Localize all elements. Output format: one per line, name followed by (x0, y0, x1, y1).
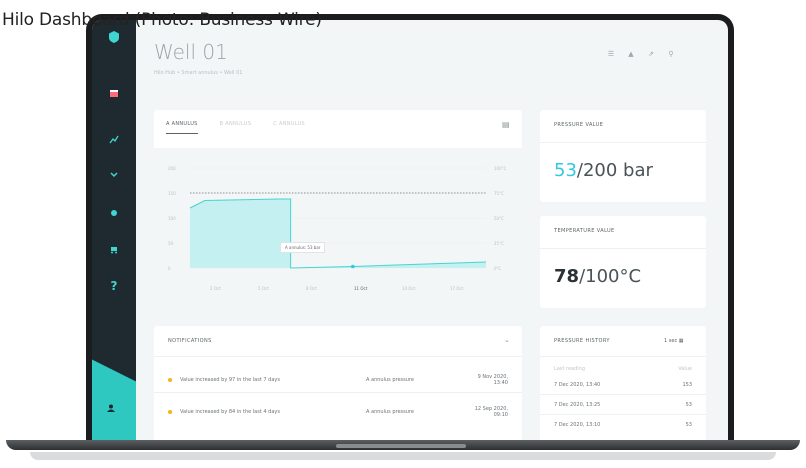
annulus-tabs: A ANNULUS B ANNULUS C ANNULUS (166, 121, 305, 134)
divider (540, 142, 706, 143)
annulus-chart-card: A ANNULUS B ANNULUS C ANNULUS ▤ 200 100°C… (154, 110, 522, 302)
notification-source: A annulus pressure (366, 409, 414, 415)
top-toolbar: ☰ ▲ ⇗ ⚲ (606, 50, 676, 58)
y-tick-label: 50 (168, 241, 174, 246)
pressure-chart: 200 100°C 150 75°C 100 50°C 50 25°C 0 0°C 2 Oct 5 O… (168, 166, 507, 291)
sidebar-accent (92, 359, 136, 442)
calendar-icon[interactable] (106, 86, 122, 102)
history-value: 53 (685, 402, 692, 408)
chart-icon[interactable] (106, 132, 122, 148)
warning-dot-icon (168, 378, 172, 382)
cart-icon[interactable] (106, 242, 122, 258)
x-tick-label: 5 Oct (258, 286, 269, 291)
caption: Hilo Dashboard (Photo: Business Wire) (2, 10, 322, 30)
help-icon[interactable]: ? (106, 278, 122, 294)
filter-icon[interactable]: ☰ (606, 50, 616, 58)
temperature-card: TEMPERATURE VALUE 78/100°C (540, 216, 706, 308)
user-icon[interactable] (106, 403, 116, 416)
chevron-icon[interactable] (106, 168, 122, 184)
notification-row[interactable]: Value increased by 84 in the last 4 days… (168, 406, 508, 418)
pressure-value: 53/200 bar (554, 160, 653, 181)
x-tick-label: 14 Oct (402, 286, 416, 291)
history-time: 7 Dec 2020, 13:40 (554, 382, 601, 388)
divider (540, 248, 706, 249)
grid-icon[interactable]: ▲ (626, 50, 636, 58)
notification-message: Value increased by 97 in the last 7 days (180, 377, 280, 383)
history-col-time: Last reading (554, 366, 585, 372)
temperature-label: TEMPERATURE VALUE (554, 228, 615, 234)
history-row[interactable]: 7 Dec 2020, 13:40 153 (554, 382, 692, 388)
pressure-history-card: PRESSURE HISTORY 1 sec ▦ Last reading Va… (540, 326, 706, 442)
breadcrumb[interactable]: Hilo Hub • Smart annulus • Well 01 (154, 70, 242, 76)
notification-date: 12 Sep 2020, 09:10 (474, 406, 508, 418)
page-title: Well 01 (154, 40, 228, 64)
history-filter[interactable]: 1 sec ▦ (664, 338, 684, 344)
x-tick-label: 17 Oct (450, 286, 464, 291)
laptop-frame: ? Well 01 Hilo Hub • Smart annulus • Wel… (86, 14, 734, 446)
tab-a-annulus[interactable]: A ANNULUS (166, 121, 198, 134)
chart-tooltip: A annulus: 53 bar (280, 242, 326, 253)
notification-date: 9 Nov 2020, 13:40 (477, 374, 508, 386)
dashboard-screen: ? Well 01 Hilo Hub • Smart annulus • Wel… (92, 20, 728, 442)
divider (540, 414, 706, 415)
area-fill (190, 199, 486, 268)
y-tick-label-right: 0°C (494, 266, 502, 271)
notification-source: A annulus pressure (366, 377, 414, 383)
data-point (351, 264, 355, 269)
history-time: 7 Dec 2020, 13:25 (554, 402, 601, 408)
history-header: Last reading Value (554, 366, 692, 372)
laptop-notch (336, 444, 466, 448)
notifications-card: NOTIFICATIONS ⌄ Value increased by 97 in… (154, 326, 522, 442)
pressure-card: PRESSURE VALUE 53/200 bar (540, 110, 706, 202)
divider (540, 356, 706, 357)
history-filter-label: 1 sec (664, 338, 678, 344)
y-tick-label: 100 (168, 216, 176, 221)
temperature-value: 78/100°C (554, 266, 641, 287)
x-tick-label: 8 Oct (306, 286, 317, 291)
history-row[interactable]: 7 Dec 2020, 13:10 53 (554, 422, 692, 428)
y-tick-label: 0 (168, 266, 171, 271)
search-icon[interactable]: ⚲ (666, 50, 676, 58)
history-time: 7 Dec 2020, 13:10 (554, 422, 601, 428)
history-value: 53 (685, 422, 692, 428)
chart-area: 200 100°C 150 75°C 100 50°C 50 25°C 0 0°C 2 Oct 5 O… (154, 148, 522, 302)
y-tick-label: 200 (168, 166, 176, 171)
calendar-icon: ▦ (678, 338, 684, 344)
y-tick-label-right: 25°C (494, 241, 504, 246)
notifications-label: NOTIFICATIONS (168, 338, 212, 344)
pressure-current: 53 (554, 160, 577, 181)
divider (154, 392, 522, 393)
temperature-max: /100°C (579, 266, 642, 287)
export-icon[interactable]: ▤ (502, 120, 510, 129)
history-value: 153 (682, 382, 692, 388)
x-tick-label: 2 Oct (210, 286, 221, 291)
sidebar: ? (92, 20, 136, 442)
share-icon[interactable]: ⇗ (646, 50, 656, 58)
tab-b-annulus[interactable]: B ANNULUS (220, 121, 252, 134)
temperature-current: 78 (554, 266, 580, 287)
warning-dot-icon (168, 410, 172, 414)
tab-c-annulus[interactable]: C ANNULUS (273, 121, 305, 134)
laptop-shadow (30, 452, 776, 460)
history-col-value: Value (678, 366, 692, 372)
chevron-down-icon[interactable]: ⌄ (504, 336, 510, 344)
x-tick-label: 11 Oct (354, 286, 368, 291)
pressure-max: /200 bar (576, 160, 653, 181)
y-tick-label-right: 50°C (494, 216, 504, 221)
logo-icon[interactable] (106, 30, 122, 46)
notification-row[interactable]: Value increased by 97 in the last 7 days… (168, 374, 508, 386)
pressure-label: PRESSURE VALUE (554, 122, 604, 128)
y-tick-label-right: 75°C (494, 191, 504, 196)
alert-icon[interactable] (106, 206, 122, 222)
history-row[interactable]: 7 Dec 2020, 13:25 53 (554, 402, 692, 408)
divider (540, 394, 706, 395)
y-tick-label: 150 (168, 191, 176, 196)
history-label: PRESSURE HISTORY (554, 338, 610, 344)
y-tick-label-right: 100°C (494, 166, 507, 171)
notification-message: Value increased by 84 in the last 4 days (180, 409, 280, 415)
divider (154, 356, 522, 357)
